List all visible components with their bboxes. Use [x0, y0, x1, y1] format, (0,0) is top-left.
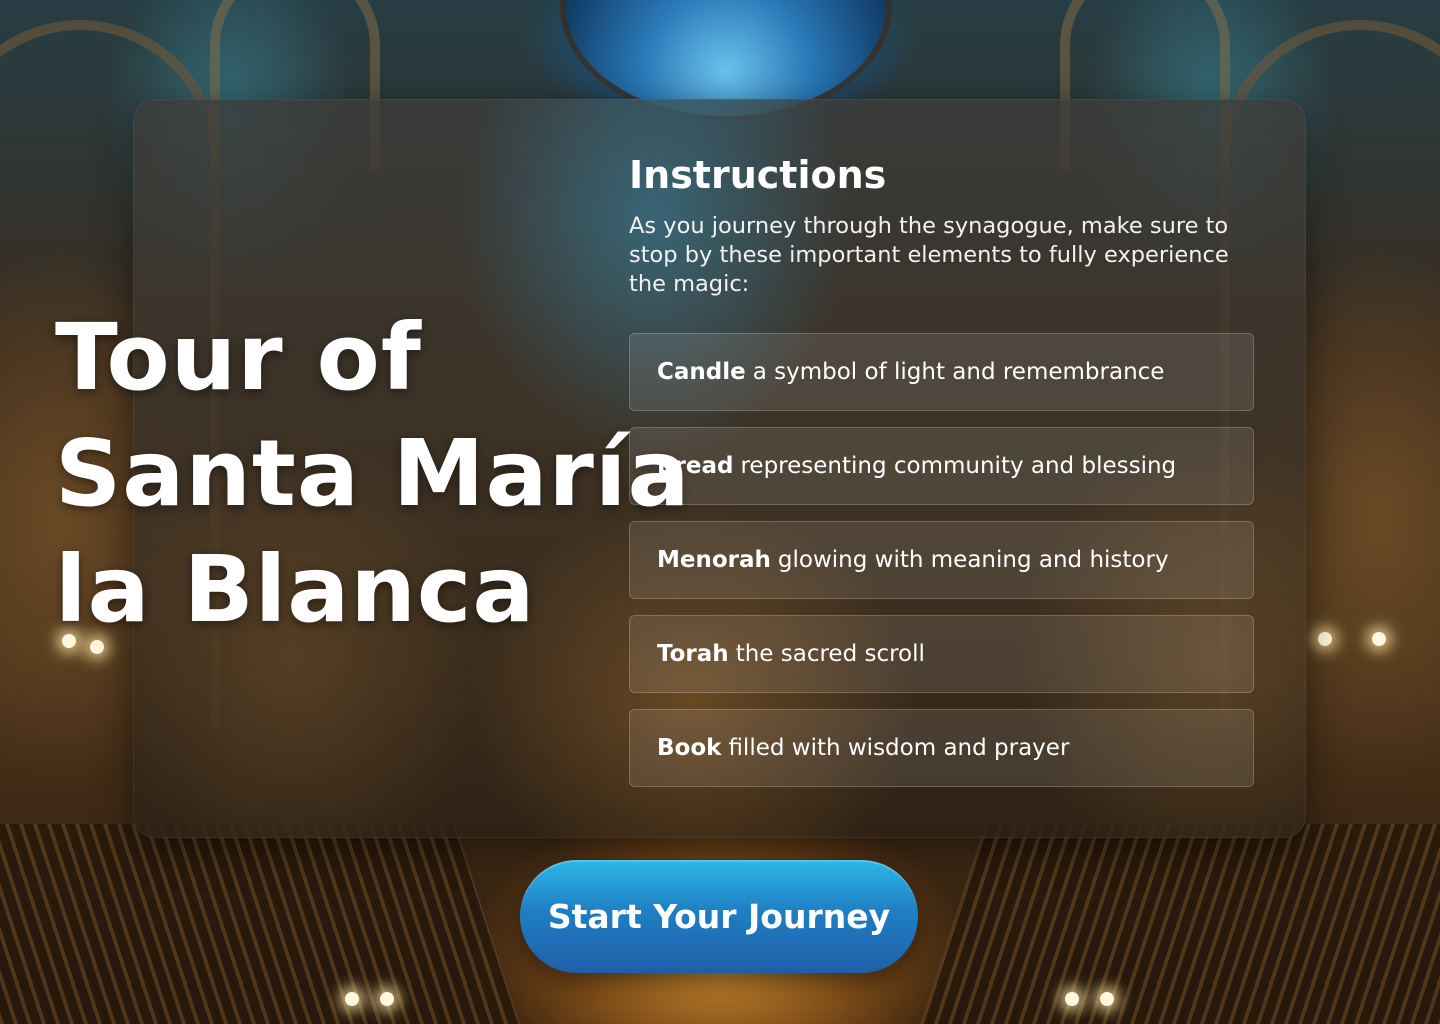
item-name: Book	[657, 735, 722, 761]
lamp-light	[1318, 632, 1332, 646]
instructions-text: As you journey through the synagogue, ma…	[629, 213, 1229, 297]
lamp-light	[380, 992, 394, 1006]
title-line: Santa María	[55, 420, 691, 527]
title-line: Tour of	[55, 304, 422, 411]
item-name: Menorah	[657, 547, 771, 573]
instructions-heading: Instructions	[629, 153, 887, 197]
tour-screen: Tour of Santa María la Blanca Instructio…	[0, 0, 1440, 1024]
item-name: Candle	[657, 359, 746, 385]
item-name: Bread	[657, 453, 734, 479]
lamp-light	[1065, 992, 1079, 1006]
left-railing	[0, 824, 521, 1024]
item-description: glowing with meaning and history	[777, 547, 1169, 573]
list-item-torah[interactable]: Torah the sacred scroll	[629, 615, 1254, 693]
right-railing	[920, 824, 1440, 1024]
item-description: a symbol of light and remembrance	[752, 359, 1165, 385]
title-line: la Blanca	[55, 536, 536, 643]
lamp-light	[1372, 632, 1386, 646]
item-name: Torah	[657, 641, 729, 667]
list-item-menorah[interactable]: Menorah glowing with meaning and history	[629, 521, 1254, 599]
lamp-light	[1100, 992, 1114, 1006]
start-journey-button[interactable]: Start Your Journey	[520, 860, 918, 973]
list-item-candle[interactable]: Candle a symbol of light and remembrance	[629, 333, 1254, 411]
lamp-light	[345, 992, 359, 1006]
elements-list: Candle a symbol of light and remembrance…	[629, 333, 1254, 803]
instructions-section: Instructions As you journey through the …	[629, 152, 1254, 299]
item-description: the sacred scroll	[735, 641, 925, 667]
item-description: representing community and blessing	[740, 453, 1177, 479]
list-item-bread[interactable]: Bread representing community and blessin…	[629, 427, 1254, 505]
page-title: Tour of Santa María la Blanca	[55, 300, 691, 648]
item-description: filled with wisdom and prayer	[728, 735, 1070, 761]
list-item-book[interactable]: Book filled with wisdom and prayer	[629, 709, 1254, 787]
